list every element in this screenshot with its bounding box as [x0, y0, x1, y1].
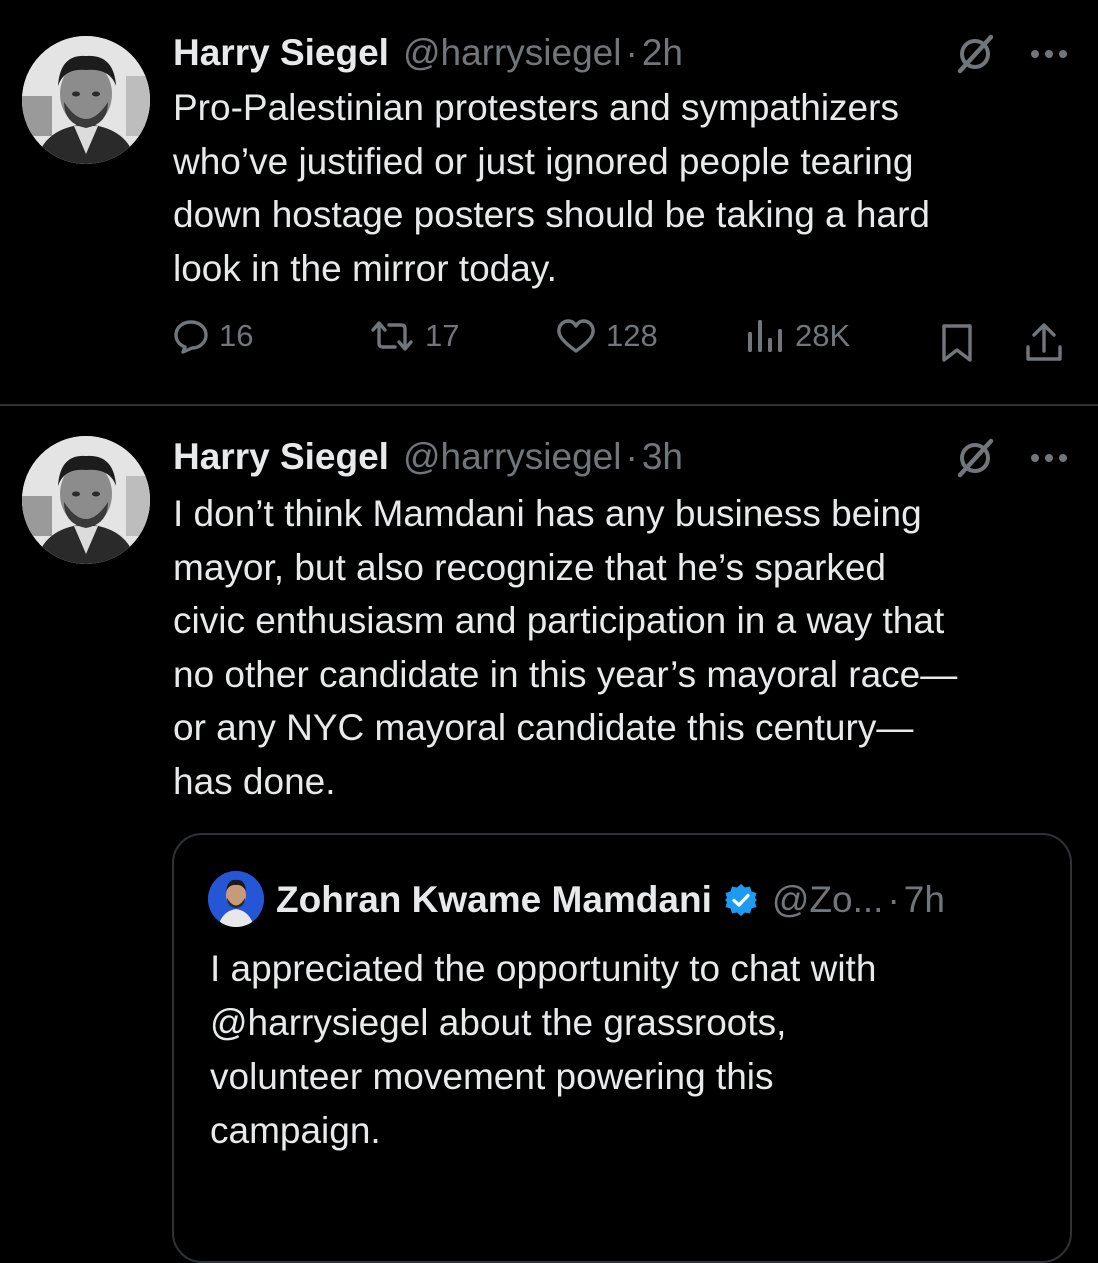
- grok-icon[interactable]: [955, 34, 995, 74]
- more-icon[interactable]: [1029, 452, 1069, 464]
- quote-timestamp[interactable]: 7h: [904, 879, 945, 921]
- quote-author-handle[interactable]: @Zo...: [772, 879, 884, 921]
- bookmark-icon[interactable]: [940, 323, 974, 363]
- separator-dot: ·: [625, 32, 638, 73]
- repost-icon: [371, 321, 413, 351]
- avatar[interactable]: [22, 36, 150, 164]
- avatar[interactable]: [208, 871, 264, 927]
- quote-header: Zohran Kwame Mamdani @Zo... · 7h: [276, 873, 945, 927]
- quote-author-name[interactable]: Zohran Kwame Mamdani: [276, 879, 712, 921]
- reply-button[interactable]: 16: [173, 318, 253, 354]
- action-bar: 16 17 128 28K: [0, 318, 1098, 368]
- reply-count: 16: [219, 318, 254, 353]
- tweet-text: I don’t think Mamdani has any business b…: [173, 493, 958, 802]
- author-name[interactable]: Harry Siegel: [173, 436, 389, 478]
- grok-icon[interactable]: [955, 438, 995, 478]
- author-handle[interactable]: @harrysiegel: [403, 436, 622, 478]
- views-icon: [748, 320, 782, 352]
- avatar[interactable]: [22, 436, 150, 564]
- quote-text: I appreciated the opportunity to chat wi…: [210, 948, 877, 1151]
- views-count: 28K: [795, 318, 851, 353]
- tweet[interactable]: Harry Siegel @harrysiegel · 2h Pro-Pales…: [0, 0, 1098, 405]
- more-icon[interactable]: [1029, 48, 1069, 60]
- verified-badge-icon: [724, 884, 757, 916]
- repost-button[interactable]: 17: [369, 318, 459, 354]
- repost-count: 17: [425, 318, 460, 353]
- separator-dot: ·: [625, 436, 638, 477]
- share-icon[interactable]: [1024, 321, 1064, 363]
- quoted-tweet[interactable]: Zohran Kwame Mamdani @Zo... · 7h I appre…: [172, 833, 1072, 1263]
- author-name[interactable]: Harry Siegel: [173, 32, 389, 74]
- separator-dot: ·: [887, 879, 900, 920]
- like-icon: [557, 319, 595, 353]
- reply-icon: [174, 320, 208, 354]
- views-button[interactable]: 28K: [745, 318, 850, 354]
- timestamp[interactable]: 3h: [642, 436, 683, 478]
- timestamp[interactable]: 2h: [642, 32, 683, 74]
- like-count: 128: [606, 318, 658, 353]
- tweet-text: Pro-Palestinian protesters and sympathiz…: [173, 87, 930, 289]
- like-button[interactable]: 128: [556, 318, 658, 354]
- tweet[interactable]: Harry Siegel @harrysiegel · 3h I don’t t…: [0, 406, 1098, 1263]
- author-handle[interactable]: @harrysiegel: [403, 32, 622, 74]
